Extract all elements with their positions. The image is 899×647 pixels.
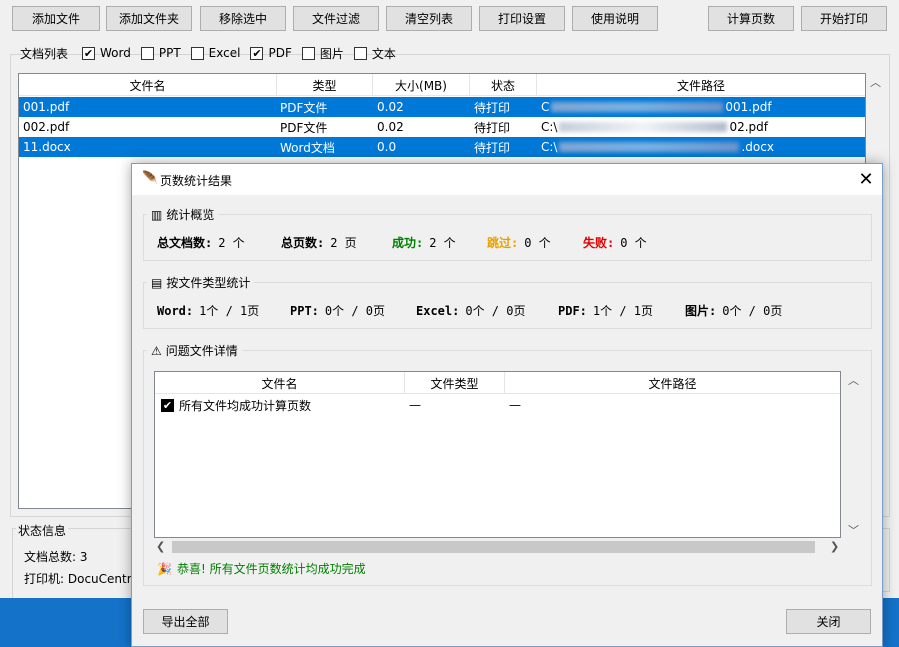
dialog-title: 页数统计结果 xyxy=(160,174,233,188)
checkbox-box[interactable] xyxy=(190,46,204,60)
type-stat-pdf: PDF: 1个 / 1页 xyxy=(558,303,654,319)
status-panel: 状态信息 文档总数: 3 打印机: DocuCentre xyxy=(12,520,142,600)
stat-total-pages: 总页数: 2 页 xyxy=(281,236,357,250)
cell-path: C:\ .docx xyxy=(541,140,774,154)
table-row[interactable]: 11.docx Word文档 0.0 待打印 C:\ .docx xyxy=(19,137,865,157)
help-button[interactable]: 使用说明 xyxy=(572,6,658,31)
status-title: 状态信息 xyxy=(16,522,69,539)
filter-text-checkbox[interactable]: 文本 xyxy=(353,45,396,62)
document-count: 文档总数: 3 xyxy=(24,550,88,564)
scroll-down-icon[interactable]: ﹀ xyxy=(848,522,859,538)
close-icon[interactable]: ✕ xyxy=(850,164,882,195)
by-type-group-title: ▤ 按文件类型统计 xyxy=(147,274,255,291)
scroll-up-icon[interactable]: ︿ xyxy=(870,74,881,90)
cell-name: 11.docx xyxy=(23,140,71,154)
type-stat-image: 图片: 0个 / 0页 xyxy=(685,304,783,318)
cell-size: 0.0 xyxy=(377,140,397,154)
stat-failed: 失败: 0 个 xyxy=(583,236,647,250)
column-header-path[interactable]: 文件路径 xyxy=(505,372,840,394)
checkbox-box[interactable] xyxy=(301,46,315,60)
checkbox-box[interactable]: ✔ xyxy=(161,398,174,412)
cell-type: Word文档 xyxy=(280,140,335,155)
filter-bar: 文档列表 ✔ Word PPT Excel ✔ PDF 图片 文本 xyxy=(20,44,406,62)
cell-name: ✔ 所有文件均成功计算页数 xyxy=(161,398,312,413)
redacted-path xyxy=(559,122,728,132)
page-count-dialog: 🪶 页数统计结果 ✕ ▥ 统计概览 总文档数: 2 个 总页数: 2 页 成功: 2 个… xyxy=(131,163,883,647)
column-header-type[interactable]: 文件类型 xyxy=(405,372,505,394)
feather-icon: 🪶 xyxy=(142,171,159,186)
add-file-button[interactable]: 添加文件 xyxy=(12,6,100,31)
column-header-name[interactable]: 文件名 xyxy=(155,372,405,394)
filter-pdf-checkbox[interactable]: ✔ PDF xyxy=(250,46,292,60)
file-filter-button[interactable]: 文件过滤 xyxy=(293,6,379,31)
scrollbar-thumb[interactable] xyxy=(172,541,815,553)
printer-name: 打印机: DocuCentre xyxy=(24,572,139,586)
filter-excel-checkbox[interactable]: Excel xyxy=(190,46,240,60)
problem-files-table[interactable]: 文件名 文件类型 文件路径 ✔ 所有文件均成功计算页数 — — xyxy=(154,371,841,538)
checkbox-box[interactable] xyxy=(140,46,154,60)
bar-chart-icon: ▥ xyxy=(151,207,163,222)
close-button[interactable]: 关闭 xyxy=(786,609,871,634)
scroll-right-icon[interactable]: ❯ xyxy=(830,540,839,553)
problem-table-header: 文件名 文件类型 文件路径 xyxy=(155,372,840,394)
file-table-header: 文件名 类型 大小(MB) 状态 文件路径 xyxy=(19,74,865,96)
cell-name: 001.pdf xyxy=(23,100,70,114)
column-header-name[interactable]: 文件名 xyxy=(19,74,277,96)
cell-size: 0.02 xyxy=(377,120,404,134)
redacted-path xyxy=(559,142,740,152)
warning-icon: ⚠ xyxy=(151,343,162,358)
cell-path: — xyxy=(509,398,521,412)
checkbox-box[interactable]: ✔ xyxy=(250,46,264,60)
cell-status: 待打印 xyxy=(474,140,511,155)
cell-type: PDF文件 xyxy=(280,120,328,135)
print-settings-button[interactable]: 打印设置 xyxy=(479,6,565,31)
type-stat-excel: Excel: 0个 / 0页 xyxy=(416,303,526,319)
type-stat-ppt: PPT: 0个 / 0页 xyxy=(290,303,386,319)
overview-group-title: ▥ 统计概览 xyxy=(147,206,219,223)
stat-total-docs: 总文档数: 2 个 xyxy=(157,236,245,250)
stat-skipped: 跳过: 0 个 xyxy=(487,236,551,250)
cell-name: 002.pdf xyxy=(23,120,70,134)
start-print-button[interactable]: 开始打印 xyxy=(801,6,887,31)
cell-type: — xyxy=(409,398,421,412)
scroll-up-icon[interactable]: ︿ xyxy=(848,372,859,388)
export-all-button[interactable]: 导出全部 xyxy=(143,609,228,634)
problem-table-hscrollbar[interactable]: ❮ ❯ xyxy=(154,537,841,557)
table-row[interactable]: 001.pdf PDF文件 0.02 待打印 C 001.pdf xyxy=(19,97,865,117)
remove-selected-button[interactable]: 移除选中 xyxy=(200,6,286,31)
column-header-path[interactable]: 文件路径 xyxy=(537,74,865,96)
table-row[interactable]: 002.pdf PDF文件 0.02 待打印 C:\ 02.pdf xyxy=(19,117,865,137)
document-icon: ▤ xyxy=(151,275,163,290)
cell-status: 待打印 xyxy=(474,120,511,135)
cell-path: C 001.pdf xyxy=(541,100,772,114)
column-header-size[interactable]: 大小(MB) xyxy=(373,74,470,96)
add-folder-button[interactable]: 添加文件夹 xyxy=(106,6,192,31)
cell-path: C:\ 02.pdf xyxy=(541,120,769,134)
filter-word-checkbox[interactable]: ✔ Word xyxy=(82,46,131,60)
success-message: 🎉 恭喜! 所有文件页数统计均成功完成 xyxy=(157,561,366,577)
filter-ppt-checkbox[interactable]: PPT xyxy=(140,46,181,60)
document-list-label: 文档列表 xyxy=(20,46,69,61)
checkbox-box[interactable]: ✔ xyxy=(82,46,96,60)
redacted-path xyxy=(551,102,724,112)
count-pages-button[interactable]: 计算页数 xyxy=(708,6,794,31)
party-icon: 🎉 xyxy=(157,561,172,576)
scroll-left-icon[interactable]: ❮ xyxy=(156,540,165,553)
cell-type: PDF文件 xyxy=(280,100,328,115)
column-header-type[interactable]: 类型 xyxy=(277,74,373,96)
table-row[interactable]: ✔ 所有文件均成功计算页数 — — xyxy=(155,395,840,415)
checkbox-box[interactable] xyxy=(353,46,367,60)
clear-list-button[interactable]: 清空列表 xyxy=(386,6,472,31)
cell-status: 待打印 xyxy=(474,100,511,115)
filter-image-checkbox[interactable]: 图片 xyxy=(301,45,344,62)
column-header-status[interactable]: 状态 xyxy=(470,74,537,96)
cell-size: 0.02 xyxy=(377,100,404,114)
problem-files-group-title: ⚠ 问题文件详情 xyxy=(147,342,242,359)
type-stat-word: Word: 1个 / 1页 xyxy=(157,303,260,319)
dialog-titlebar: 🪶 页数统计结果 ✕ xyxy=(132,164,882,195)
stat-success: 成功: 2 个 xyxy=(392,236,456,250)
